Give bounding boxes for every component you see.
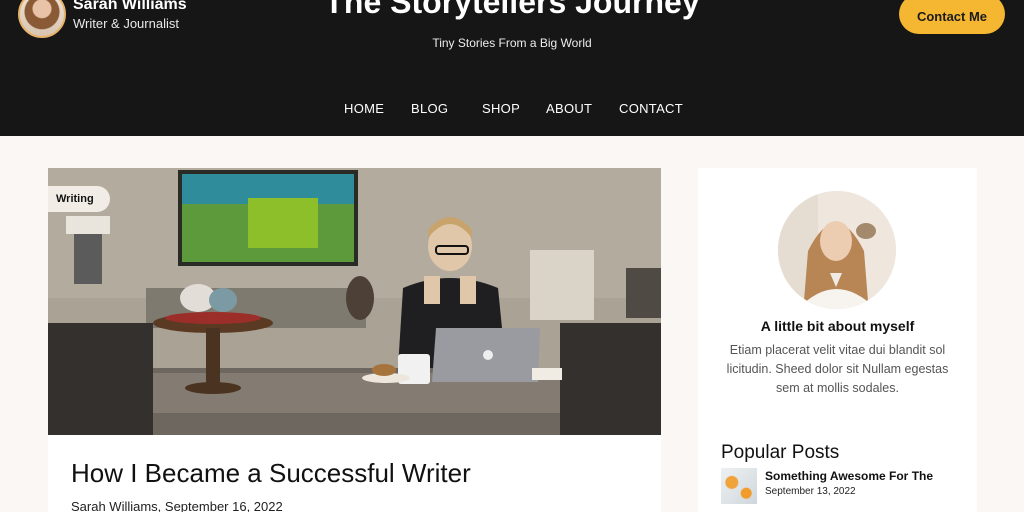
post-featured-image[interactable]: [48, 168, 661, 435]
about-text: Etiam placerat velit vitae dui blandit s…: [726, 343, 949, 395]
site-tagline: Tiny Stories From a Big World: [432, 36, 592, 50]
nav-item-home[interactable]: HOME: [344, 101, 384, 116]
site-header: Sarah Williams Writer & Journalist The S…: [0, 0, 1024, 136]
main-nav: HOME BLOG SHOP ABOUT CONTACT: [0, 101, 1024, 119]
nav-item-shop[interactable]: SHOP: [482, 101, 520, 116]
popular-posts-heading: Popular Posts: [721, 442, 840, 463]
post-meta: Sarah Williams, September 16, 2022: [71, 499, 283, 512]
post-title[interactable]: How I Became a Successful Writer: [71, 458, 471, 489]
contact-me-button[interactable]: Contact Me: [899, 0, 1005, 34]
popular-post-title[interactable]: Something Awesome For The: [765, 469, 933, 483]
profile-photo: [778, 191, 896, 309]
nav-item-about[interactable]: ABOUT: [546, 101, 592, 116]
popular-post-date: September 13, 2022: [765, 486, 856, 497]
nav-item-contact[interactable]: CONTACT: [619, 101, 683, 116]
category-badge[interactable]: Writing: [48, 186, 110, 212]
about-heading: A little bit about myself: [760, 318, 915, 334]
site-title[interactable]: The Storytellers Journey: [0, 0, 1024, 21]
nav-item-blog[interactable]: BLOG: [411, 101, 448, 116]
popular-post-thumbnail[interactable]: [721, 468, 757, 504]
